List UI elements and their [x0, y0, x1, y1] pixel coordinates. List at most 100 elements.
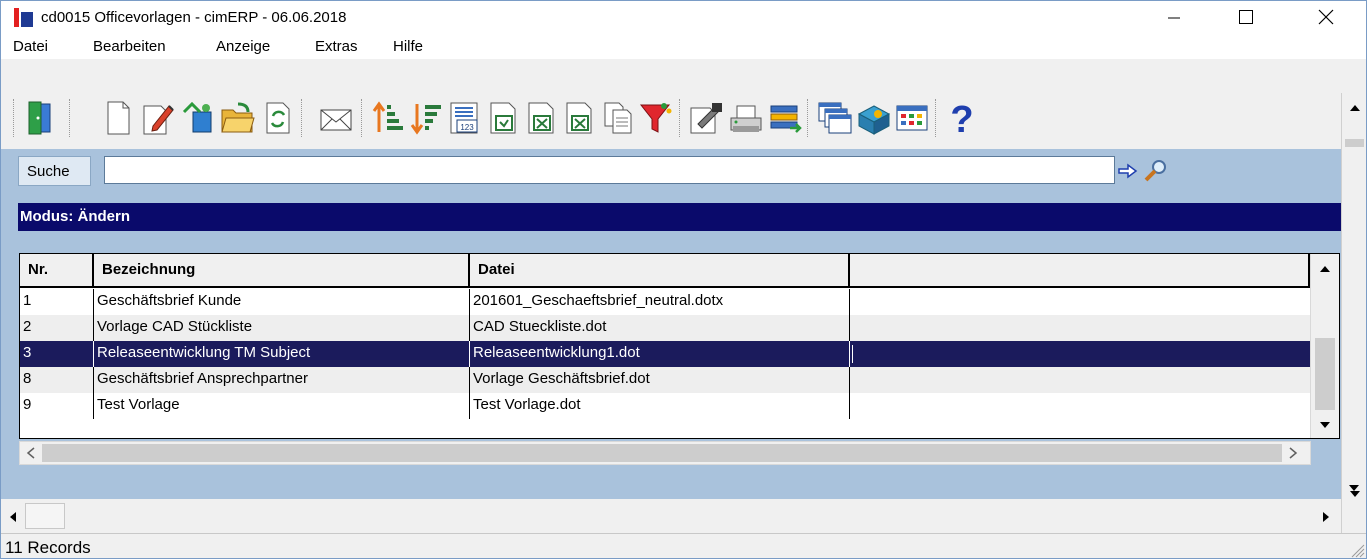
cell-datei: 201601_Geschaeftsbrief_neutral.dotx [470, 289, 850, 315]
main-scroll-left-icon[interactable] [8, 511, 18, 523]
templates-table: Nr. Bezeichnung Datei 1 Geschäftsbrief K… [19, 253, 1340, 439]
menu-hilfe[interactable]: Hilfe [393, 38, 423, 55]
resize-grip-icon[interactable] [1349, 542, 1365, 558]
close-icon [1318, 9, 1334, 25]
word-export-button[interactable] [561, 95, 599, 141]
help-button[interactable]: ? [943, 95, 981, 141]
new-button[interactable] [99, 95, 137, 141]
copy-record-button[interactable] [179, 95, 217, 141]
cell-bezeichnung: Test Vorlage [94, 393, 470, 419]
open-folder-icon [221, 102, 255, 133]
table-row[interactable]: 2 Vorlage CAD Stückliste CAD Stueckliste… [20, 315, 1310, 341]
properties-icon [690, 103, 722, 134]
cell-nr: 3 [20, 341, 94, 367]
menu-bearbeiten[interactable]: Bearbeiten [93, 38, 166, 55]
numbered-list-button[interactable]: 123 [445, 95, 483, 141]
menu-extras[interactable]: Extras [315, 38, 358, 55]
table-row[interactable]: 9 Test Vorlage Test Vorlage.dot [20, 393, 1310, 419]
print-button[interactable] [727, 95, 765, 141]
grid-view-icon [896, 105, 928, 131]
app-logo-icon [14, 8, 33, 27]
application-window: cd0015 Officevorlagen - cimERP - 06.06.2… [0, 0, 1367, 559]
cell-nr: 2 [20, 315, 94, 341]
search-label-box: Suche [18, 156, 91, 186]
table-scroll-thumb[interactable] [1315, 338, 1335, 410]
sort-ascending-icon [372, 101, 403, 132]
exit-button[interactable] [21, 95, 59, 141]
transfer-icon [770, 105, 802, 133]
scroll-up-icon[interactable] [1349, 103, 1361, 113]
excel-export-icon [528, 102, 554, 134]
filter-button[interactable] [637, 95, 675, 141]
cell-datei: Test Vorlage.dot [470, 393, 850, 419]
minimize-button[interactable] [1151, 1, 1197, 33]
transfer-button[interactable] [767, 95, 805, 141]
help-question-icon: ? [950, 99, 973, 138]
search-label: Suche [27, 163, 70, 180]
excel-export-button[interactable] [523, 95, 561, 141]
refresh-icon [266, 102, 290, 134]
maximize-button[interactable] [1223, 1, 1269, 33]
main-scroll-down-icon[interactable] [1348, 483, 1360, 493]
table-row[interactable]: 8 Geschäftsbrief Ansprechpartner Vorlage… [20, 367, 1310, 393]
copy-pages-icon [604, 102, 632, 134]
svg-text:?: ? [950, 99, 973, 138]
export-button[interactable] [485, 95, 523, 141]
main-scroll-right-icon[interactable] [1321, 511, 1331, 523]
sort-descending-button[interactable] [407, 95, 445, 141]
scroll-thumb[interactable] [1345, 139, 1364, 147]
exit-door-icon [28, 101, 51, 135]
menu-anzeige[interactable]: Anzeige [216, 38, 270, 55]
window-title: cd0015 Officevorlagen - cimERP - 06.06.2… [41, 9, 347, 26]
status-bar: 11 Records [1, 533, 1366, 558]
search-go-arrow-icon[interactable] [1118, 163, 1138, 179]
toolbar-separator [807, 99, 812, 137]
numbered-list-icon: 123 [450, 102, 478, 134]
main-vertical-scrollbar[interactable] [1341, 93, 1366, 533]
table-row[interactable]: 1 Geschäftsbrief Kunde 201601_Geschaefts… [20, 289, 1310, 315]
cell-datei: Vorlage Geschäftsbrief.dot [470, 367, 850, 393]
toolbar-separator [361, 99, 366, 137]
table-vertical-scrollbar[interactable] [1310, 254, 1339, 438]
title-bar: cd0015 Officevorlagen - cimERP - 06.06.2… [1, 1, 1366, 33]
menu-datei[interactable]: Datei [13, 38, 48, 55]
column-header-bezeichnung[interactable]: Bezeichnung [94, 254, 470, 288]
grid-view-button[interactable] [893, 95, 931, 141]
refresh-button[interactable] [259, 95, 297, 141]
search-input[interactable] [104, 156, 1115, 184]
column-header-empty[interactable] [850, 254, 1310, 288]
edit-pencil-icon [143, 105, 174, 135]
open-button[interactable] [219, 95, 257, 141]
email-button[interactable] [317, 95, 355, 141]
table-scroll-right-icon[interactable] [1288, 447, 1298, 459]
table-horizontal-scrollbar[interactable] [19, 441, 1311, 465]
table-row-selected[interactable]: 3 Releaseentwicklung TM Subject Releasee… [20, 341, 1310, 367]
close-button[interactable] [1303, 1, 1349, 33]
cell-datei: CAD Stueckliste.dot [470, 315, 850, 341]
column-header-nr[interactable]: Nr. [20, 254, 94, 288]
cell-nr: 8 [20, 367, 94, 393]
main-horizontal-scrollbar[interactable] [1, 499, 1341, 533]
sort-descending-icon [410, 104, 441, 135]
cell-bezeichnung: Geschäftsbrief Ansprechpartner [94, 367, 470, 393]
copy-pages-button[interactable] [599, 95, 637, 141]
search-magnifier-icon[interactable] [1143, 157, 1169, 183]
main-hscroll-thumb[interactable] [25, 503, 65, 529]
menu-bar: Datei Bearbeiten Anzeige Extras Hilfe [1, 33, 1366, 59]
search-bar: Suche [1, 149, 1341, 193]
table-scroll-down-icon[interactable] [1319, 420, 1331, 430]
print-icon [730, 105, 762, 132]
properties-button[interactable] [687, 95, 725, 141]
table-scroll-left-icon[interactable] [26, 447, 36, 459]
column-header-datei[interactable]: Datei [470, 254, 850, 288]
sort-ascending-button[interactable] [369, 95, 407, 141]
edit-button[interactable] [139, 95, 177, 141]
copy-record-icon [182, 101, 212, 133]
windows-button[interactable] [815, 95, 853, 141]
toolbar-separator [301, 99, 306, 137]
cell-datei: Releaseentwicklung1.dot [470, 341, 850, 367]
install-button[interactable] [855, 95, 893, 141]
table-scroll-up-icon[interactable] [1319, 264, 1331, 274]
table-hscroll-thumb[interactable] [42, 444, 1282, 462]
cell-nr: 9 [20, 393, 94, 419]
